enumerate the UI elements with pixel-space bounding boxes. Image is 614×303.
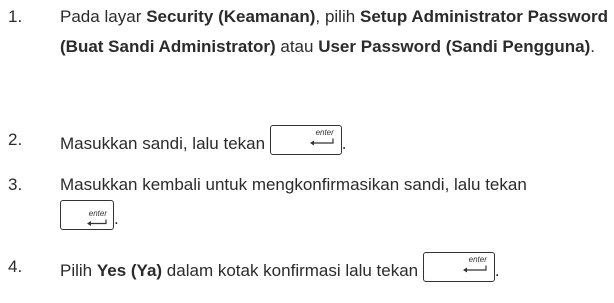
bold-term: Yes (Ya) bbox=[96, 261, 163, 280]
enter-key-icon: enter bbox=[60, 200, 114, 230]
step-number: 4. bbox=[8, 257, 23, 276]
bold-term: Security (Keamanan) bbox=[146, 7, 316, 26]
step-text: Pada layar Security (Keamanan), pilih Se… bbox=[60, 7, 608, 56]
step-text: Pilih Yes (Ya) dalam kotak konfirmasi la… bbox=[60, 252, 608, 286]
enter-arrow-icon bbox=[462, 265, 487, 273]
step-number: 2. bbox=[8, 130, 23, 149]
step-text: Masukkan sandi, lalu tekan enter. bbox=[60, 125, 608, 159]
step-number: 3. bbox=[8, 175, 23, 194]
step-number: 1. bbox=[8, 7, 23, 26]
bold-term: User Password (Sandi Pengguna) bbox=[318, 37, 591, 56]
enter-key-icon: enter bbox=[269, 125, 342, 155]
enter-arrow-icon bbox=[87, 219, 107, 226]
step-text: Masukkan kembali untuk mengkonfirmasikan… bbox=[60, 175, 527, 230]
enter-arrow-icon bbox=[309, 138, 334, 146]
enter-key-icon: enter bbox=[422, 252, 495, 282]
